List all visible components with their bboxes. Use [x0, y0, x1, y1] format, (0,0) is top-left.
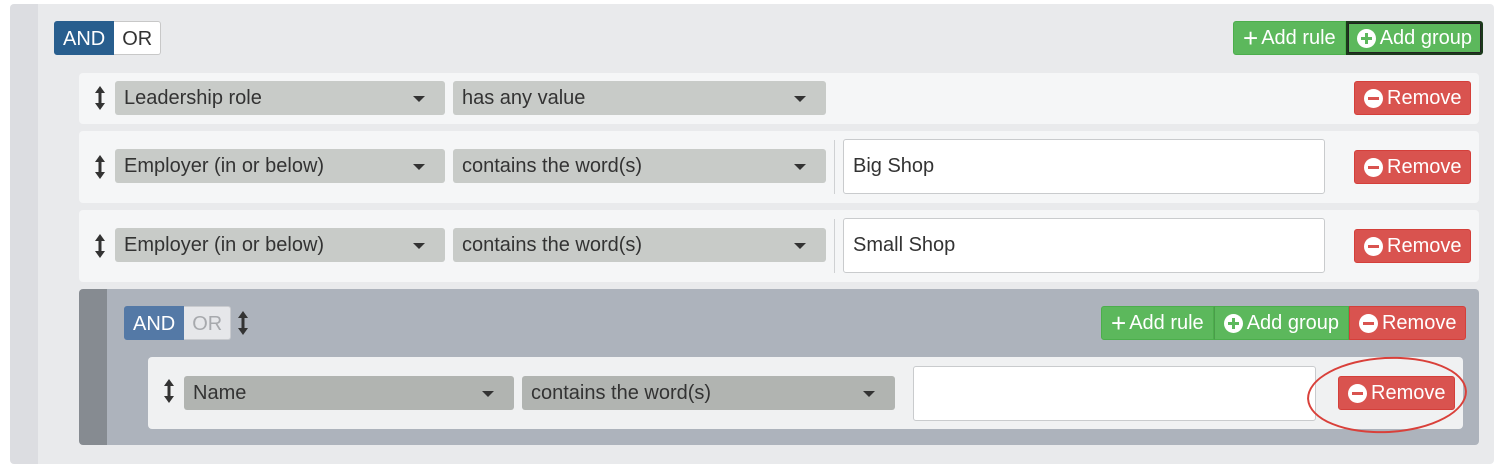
field-select-value: Leadership role	[124, 87, 262, 109]
field-select[interactable]: Employer (in or below)	[115, 149, 445, 183]
root-actions: + Add rule Add group	[1233, 21, 1483, 55]
value-input[interactable]: Small Shop	[843, 218, 1325, 273]
drag-handle-icon[interactable]	[94, 86, 106, 110]
plus-icon: +	[1243, 23, 1259, 53]
value-separator	[834, 219, 835, 273]
caret-down-icon	[794, 96, 806, 102]
nested-condition-toggle: AND OR	[124, 306, 232, 340]
minus-circle-icon	[1364, 236, 1383, 256]
operator-select-value: contains the word(s)	[531, 382, 712, 404]
operator-select[interactable]: contains the word(s)	[453, 149, 826, 183]
nested-actions: + Add rule Add group Remove	[1101, 306, 1467, 340]
remove-label: Remove	[1381, 312, 1457, 334]
caret-down-icon	[413, 96, 425, 102]
caret-down-icon	[794, 243, 806, 249]
minus-circle-icon	[1364, 88, 1383, 108]
operator-select[interactable]: contains the word(s)	[522, 376, 895, 410]
remove-rule-button[interactable]: Remove	[1354, 150, 1472, 184]
field-select-value: Employer (in or below)	[124, 155, 325, 177]
rule-row: Name contains the word(s) Remove	[148, 357, 1463, 429]
plus-icon: +	[1111, 308, 1127, 338]
value-input[interactable]	[913, 366, 1316, 421]
plus-circle-icon	[1356, 28, 1376, 48]
nested-add-group-button[interactable]: Add group	[1213, 306, 1349, 340]
root-add-rule-button[interactable]: + Add rule	[1233, 21, 1346, 55]
rule-row: Employer (in or below) contains the word…	[79, 210, 1479, 282]
drag-handle-icon[interactable]	[94, 234, 106, 258]
operator-select-value: contains the word(s)	[462, 155, 643, 177]
remove-rule-button[interactable]: Remove	[1338, 376, 1456, 410]
caret-down-icon	[794, 164, 806, 170]
rule-row: Employer (in or below) contains the word…	[79, 131, 1479, 203]
add-rule-label: Add rule	[1129, 312, 1204, 334]
drag-handle-icon[interactable]	[237, 311, 249, 335]
root-condition-toggle: AND OR	[54, 21, 162, 55]
nested-group-drag-bar	[79, 289, 107, 445]
root-group-drag-bar	[10, 4, 38, 464]
caret-down-icon	[482, 391, 494, 397]
remove-label: Remove	[1387, 156, 1462, 178]
remove-label: Remove	[1371, 382, 1446, 404]
nested-and-button[interactable]: AND	[124, 306, 185, 340]
minus-circle-icon	[1358, 313, 1378, 333]
operator-select-value: has any value	[462, 87, 586, 109]
operator-select[interactable]: has any value	[453, 81, 826, 115]
nested-or-button[interactable]: OR	[184, 306, 232, 340]
add-rule-label: Add rule	[1261, 27, 1336, 49]
value-input[interactable]: Big Shop	[843, 139, 1325, 194]
remove-label: Remove	[1387, 87, 1462, 109]
minus-circle-icon	[1348, 383, 1367, 403]
add-group-label: Add group	[1379, 27, 1472, 49]
caret-down-icon	[863, 391, 875, 397]
field-select[interactable]: Leadership role	[115, 81, 445, 115]
field-select[interactable]: Name	[184, 376, 514, 410]
remove-rule-button[interactable]: Remove	[1354, 229, 1472, 263]
caret-down-icon	[413, 243, 425, 249]
drag-handle-icon[interactable]	[94, 155, 106, 179]
drag-handle-icon[interactable]	[163, 379, 175, 403]
remove-rule-button[interactable]: Remove	[1354, 81, 1472, 115]
root-add-group-button[interactable]: Add group	[1345, 21, 1483, 55]
operator-select[interactable]: contains the word(s)	[453, 228, 826, 262]
caret-down-icon	[413, 164, 425, 170]
field-select-value: Name	[193, 382, 247, 404]
nested-remove-group-button[interactable]: Remove	[1348, 306, 1467, 340]
rule-row: Leadership role has any value Remove	[79, 73, 1479, 124]
operator-select-value: contains the word(s)	[462, 234, 643, 256]
value-separator	[834, 140, 835, 194]
field-select-value: Employer (in or below)	[124, 234, 325, 256]
nested-group: AND OR + Add rule Add group Remove Name …	[107, 289, 1479, 445]
field-select[interactable]: Employer (in or below)	[115, 228, 445, 262]
root-or-button[interactable]: OR	[114, 21, 162, 55]
root-and-button[interactable]: AND	[54, 21, 115, 55]
remove-label: Remove	[1387, 235, 1462, 257]
nested-add-rule-button[interactable]: + Add rule	[1101, 306, 1214, 340]
add-group-label: Add group	[1246, 312, 1339, 334]
minus-circle-icon	[1364, 157, 1383, 177]
plus-circle-icon	[1223, 313, 1243, 333]
